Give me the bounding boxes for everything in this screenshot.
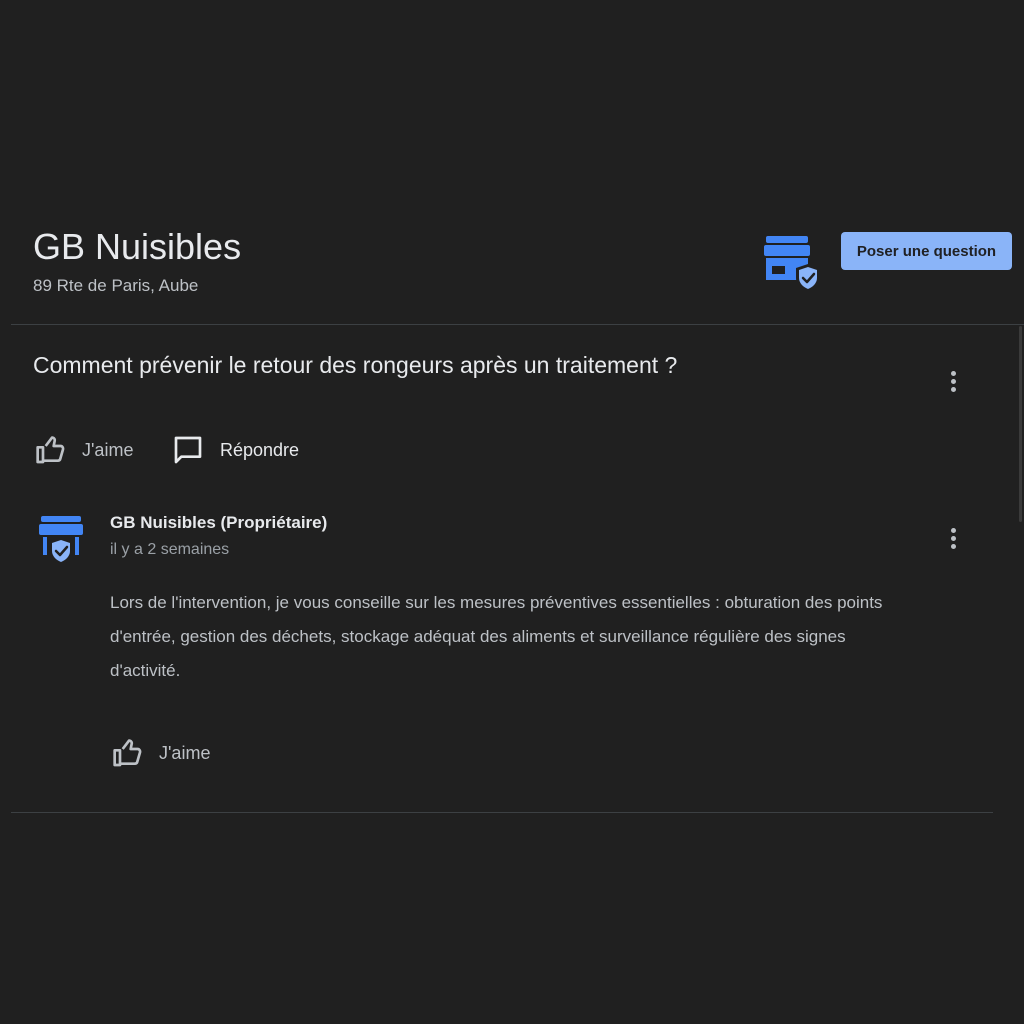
question-like-button[interactable]: J'aime: [35, 434, 133, 466]
comment-icon: [174, 436, 202, 464]
question-reply-button[interactable]: Répondre: [172, 434, 299, 466]
question-reply-label: Répondre: [220, 439, 300, 460]
answer-avatar-icon: [38, 513, 88, 567]
answer-author: GB Nuisibles (Propriétaire): [110, 513, 328, 532]
answer-text: Lors de l'intervention, je vous conseill…: [110, 593, 883, 680]
business-header: GB Nuisibles 89 Rte de Paris, Aube Poser…: [0, 222, 1024, 326]
verified-store-icon: [764, 232, 822, 294]
ask-question-button[interactable]: Poser une question: [841, 232, 1012, 270]
answer-more-icon[interactable]: [943, 525, 963, 553]
question-text: Comment prévenir le retour des rongeurs …: [33, 352, 678, 378]
business-address: 89 Rte de Paris, Aube: [33, 276, 199, 295]
answer-like-label: J'aime: [159, 742, 211, 763]
answer-timestamp: il y a 2 semaines: [110, 541, 230, 558]
business-name: GB Nuisibles: [33, 226, 242, 267]
qa-page: GB Nuisibles 89 Rte de Paris, Aube Poser…: [0, 0, 1024, 1024]
question-more-icon[interactable]: [943, 368, 963, 396]
answer-like-button[interactable]: J'aime: [112, 737, 210, 769]
thumbs-up-icon: [36, 436, 65, 464]
question-like-label: J'aime: [82, 439, 134, 460]
thumbs-up-icon: [113, 739, 142, 767]
answer-divider: [11, 812, 993, 813]
scrollbar[interactable]: [1019, 326, 1022, 522]
header-divider: [11, 324, 1024, 325]
